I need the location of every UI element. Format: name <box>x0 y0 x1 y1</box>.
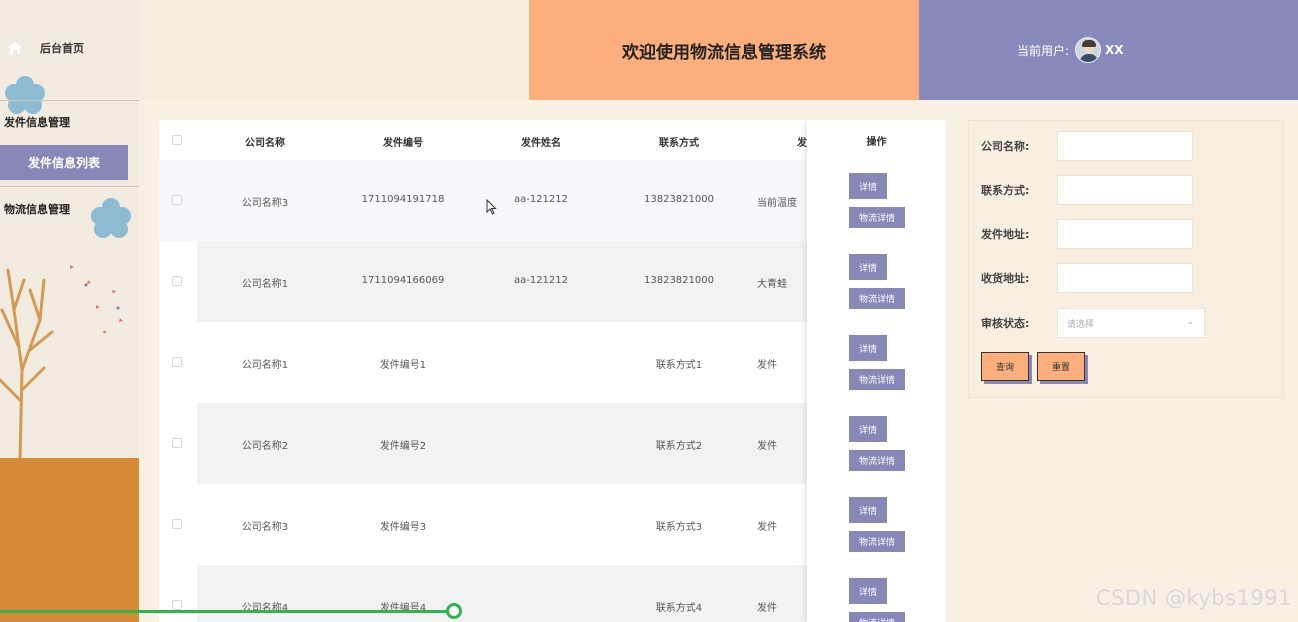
detail-button[interactable]: 详情 <box>849 416 887 442</box>
cell-code: 发件编号3 <box>379 522 427 533</box>
cell-contact: 13823821000 <box>644 194 714 205</box>
cell-name: aa-121212 <box>513 194 569 205</box>
cell-code: 1711094191718 <box>361 194 445 205</box>
contact-label: 联系方式: <box>981 184 1030 197</box>
sidebar-item-home[interactable]: 后台首页 <box>0 28 139 68</box>
receive-address-label: 收货地址: <box>981 272 1030 285</box>
header-title-panel: 欢迎使用物流信息管理系统 <box>529 0 919 100</box>
sidebar-item-shipping-list[interactable]: 发件信息列表 <box>0 145 128 180</box>
row-checkbox[interactable] <box>172 438 182 448</box>
select-all-checkbox[interactable] <box>172 135 182 145</box>
operation-cell: 详情物流详情 <box>807 403 946 484</box>
status-select-placeholder: 请选择 <box>1067 319 1095 330</box>
logistics-detail-button[interactable]: 物流详情 <box>849 450 905 471</box>
cell-company: 公司名称2 <box>241 441 289 452</box>
cell-company: 公司名称1 <box>241 279 289 290</box>
shipping-table: 公司名称 发件编号 发件姓名 联系方式 发 公司名称3 1711094191718… <box>159 120 946 622</box>
sidebar-item-home-label: 后台首页 <box>40 42 84 55</box>
cell-code: 发件编号2 <box>379 441 427 452</box>
operation-cell: 详情物流详情 <box>807 565 946 622</box>
cell-extra: 发件 <box>757 522 777 533</box>
row-checkbox[interactable] <box>172 357 182 367</box>
cell-code: 1711094166069 <box>361 275 445 286</box>
column-header-contact: 联系方式 <box>659 138 699 149</box>
status-select[interactable]: 请选择 ⌄ <box>1057 308 1205 338</box>
cell-extra: 发件 <box>757 441 777 452</box>
operation-cell: 详情物流详情 <box>807 160 946 241</box>
chevron-down-icon: ⌄ <box>1186 317 1194 327</box>
current-username: XX <box>1105 43 1124 57</box>
watermark: CSDN @kybs1991 <box>1095 586 1292 610</box>
detail-button[interactable]: 详情 <box>849 173 887 199</box>
contact-input[interactable] <box>1057 175 1193 205</box>
cell-company: 公司名称3 <box>241 522 289 533</box>
cell-company: 公司名称3 <box>241 198 289 209</box>
cell-contact: 13823821000 <box>644 275 714 286</box>
row-checkbox[interactable] <box>172 276 182 286</box>
cell-company: 公司名称1 <box>241 360 289 371</box>
mouse-cursor-icon <box>486 199 497 215</box>
current-user-label: 当前用户: <box>1017 43 1070 58</box>
column-header-operation: 操作 <box>866 136 887 148</box>
search-panel: 公司名称: 联系方式: 发件地址: 收货地址: 审核状态: 请选择 ⌄ 查询 重… <box>968 120 1284 398</box>
logistics-detail-button[interactable]: 物流详情 <box>849 612 905 622</box>
operation-cell: 详情物流详情 <box>807 241 946 322</box>
column-header-company: 公司名称 <box>245 138 285 149</box>
cell-contact: 联系方式2 <box>655 441 703 452</box>
cell-name: aa-121212 <box>513 275 569 286</box>
tree-decoration-icon <box>0 265 123 460</box>
video-scrubber-handle[interactable] <box>446 603 462 619</box>
sidebar-group-shipping[interactable]: 发件信息管理 <box>4 114 70 130</box>
cloud-decoration-icon <box>5 76 45 114</box>
row-checkbox[interactable] <box>172 600 182 610</box>
cell-extra: 发件 <box>757 603 777 614</box>
sidebar-divider <box>0 186 139 187</box>
operation-cell: 详情物流详情 <box>807 322 946 403</box>
cell-code: 发件编号1 <box>379 360 427 371</box>
row-checkbox[interactable] <box>172 195 182 205</box>
operation-cell: 详情物流详情 <box>807 484 946 565</box>
status-label: 审核状态: <box>981 317 1030 330</box>
logistics-detail-button[interactable]: 物流详情 <box>849 207 905 228</box>
sidebar: 后台首页 发件信息管理 发件信息列表 物流信息管理 <box>0 0 139 622</box>
avatar[interactable] <box>1075 37 1102 63</box>
cloud-decoration-icon <box>91 198 131 238</box>
sidebar-group-logistics[interactable]: 物流信息管理 <box>4 201 70 217</box>
column-header-code: 发件编号 <box>383 138 423 149</box>
company-input[interactable] <box>1057 131 1193 161</box>
ground-decoration <box>0 458 139 622</box>
receive-address-input[interactable] <box>1057 263 1193 293</box>
cell-contact: 联系方式4 <box>655 603 703 614</box>
column-header-name: 发件姓名 <box>521 138 561 149</box>
logistics-detail-button[interactable]: 物流详情 <box>849 288 905 309</box>
row-checkbox[interactable] <box>172 519 182 529</box>
detail-button[interactable]: 详情 <box>849 497 887 523</box>
cell-extra: 大青蛙 <box>757 279 787 290</box>
query-button[interactable]: 查询 <box>981 352 1029 381</box>
logistics-detail-button[interactable]: 物流详情 <box>849 369 905 390</box>
cell-extra: 当前温度 <box>757 198 797 209</box>
operation-column: 操作 详情物流详情详情物流详情详情物流详情详情物流详情详情物流详情详情物流详情 <box>807 120 946 622</box>
send-address-label: 发件地址: <box>981 228 1030 241</box>
sidebar-divider <box>0 100 139 101</box>
page-title: 欢迎使用物流信息管理系统 <box>622 42 826 63</box>
detail-button[interactable]: 详情 <box>849 578 887 604</box>
cell-extra: 发件 <box>757 360 777 371</box>
home-icon <box>6 40 24 56</box>
cell-contact: 联系方式3 <box>655 522 703 533</box>
logistics-detail-button[interactable]: 物流详情 <box>849 531 905 552</box>
send-address-input[interactable] <box>1057 219 1193 249</box>
header-left-panel <box>139 0 529 100</box>
reset-button[interactable]: 重置 <box>1037 352 1085 381</box>
company-label: 公司名称: <box>981 140 1030 153</box>
cell-contact: 联系方式1 <box>655 360 703 371</box>
video-progress-bar[interactable] <box>0 610 454 613</box>
detail-button[interactable]: 详情 <box>849 254 887 280</box>
header-user-panel: 当前用户: XX <box>919 0 1298 100</box>
detail-button[interactable]: 详情 <box>849 335 887 361</box>
